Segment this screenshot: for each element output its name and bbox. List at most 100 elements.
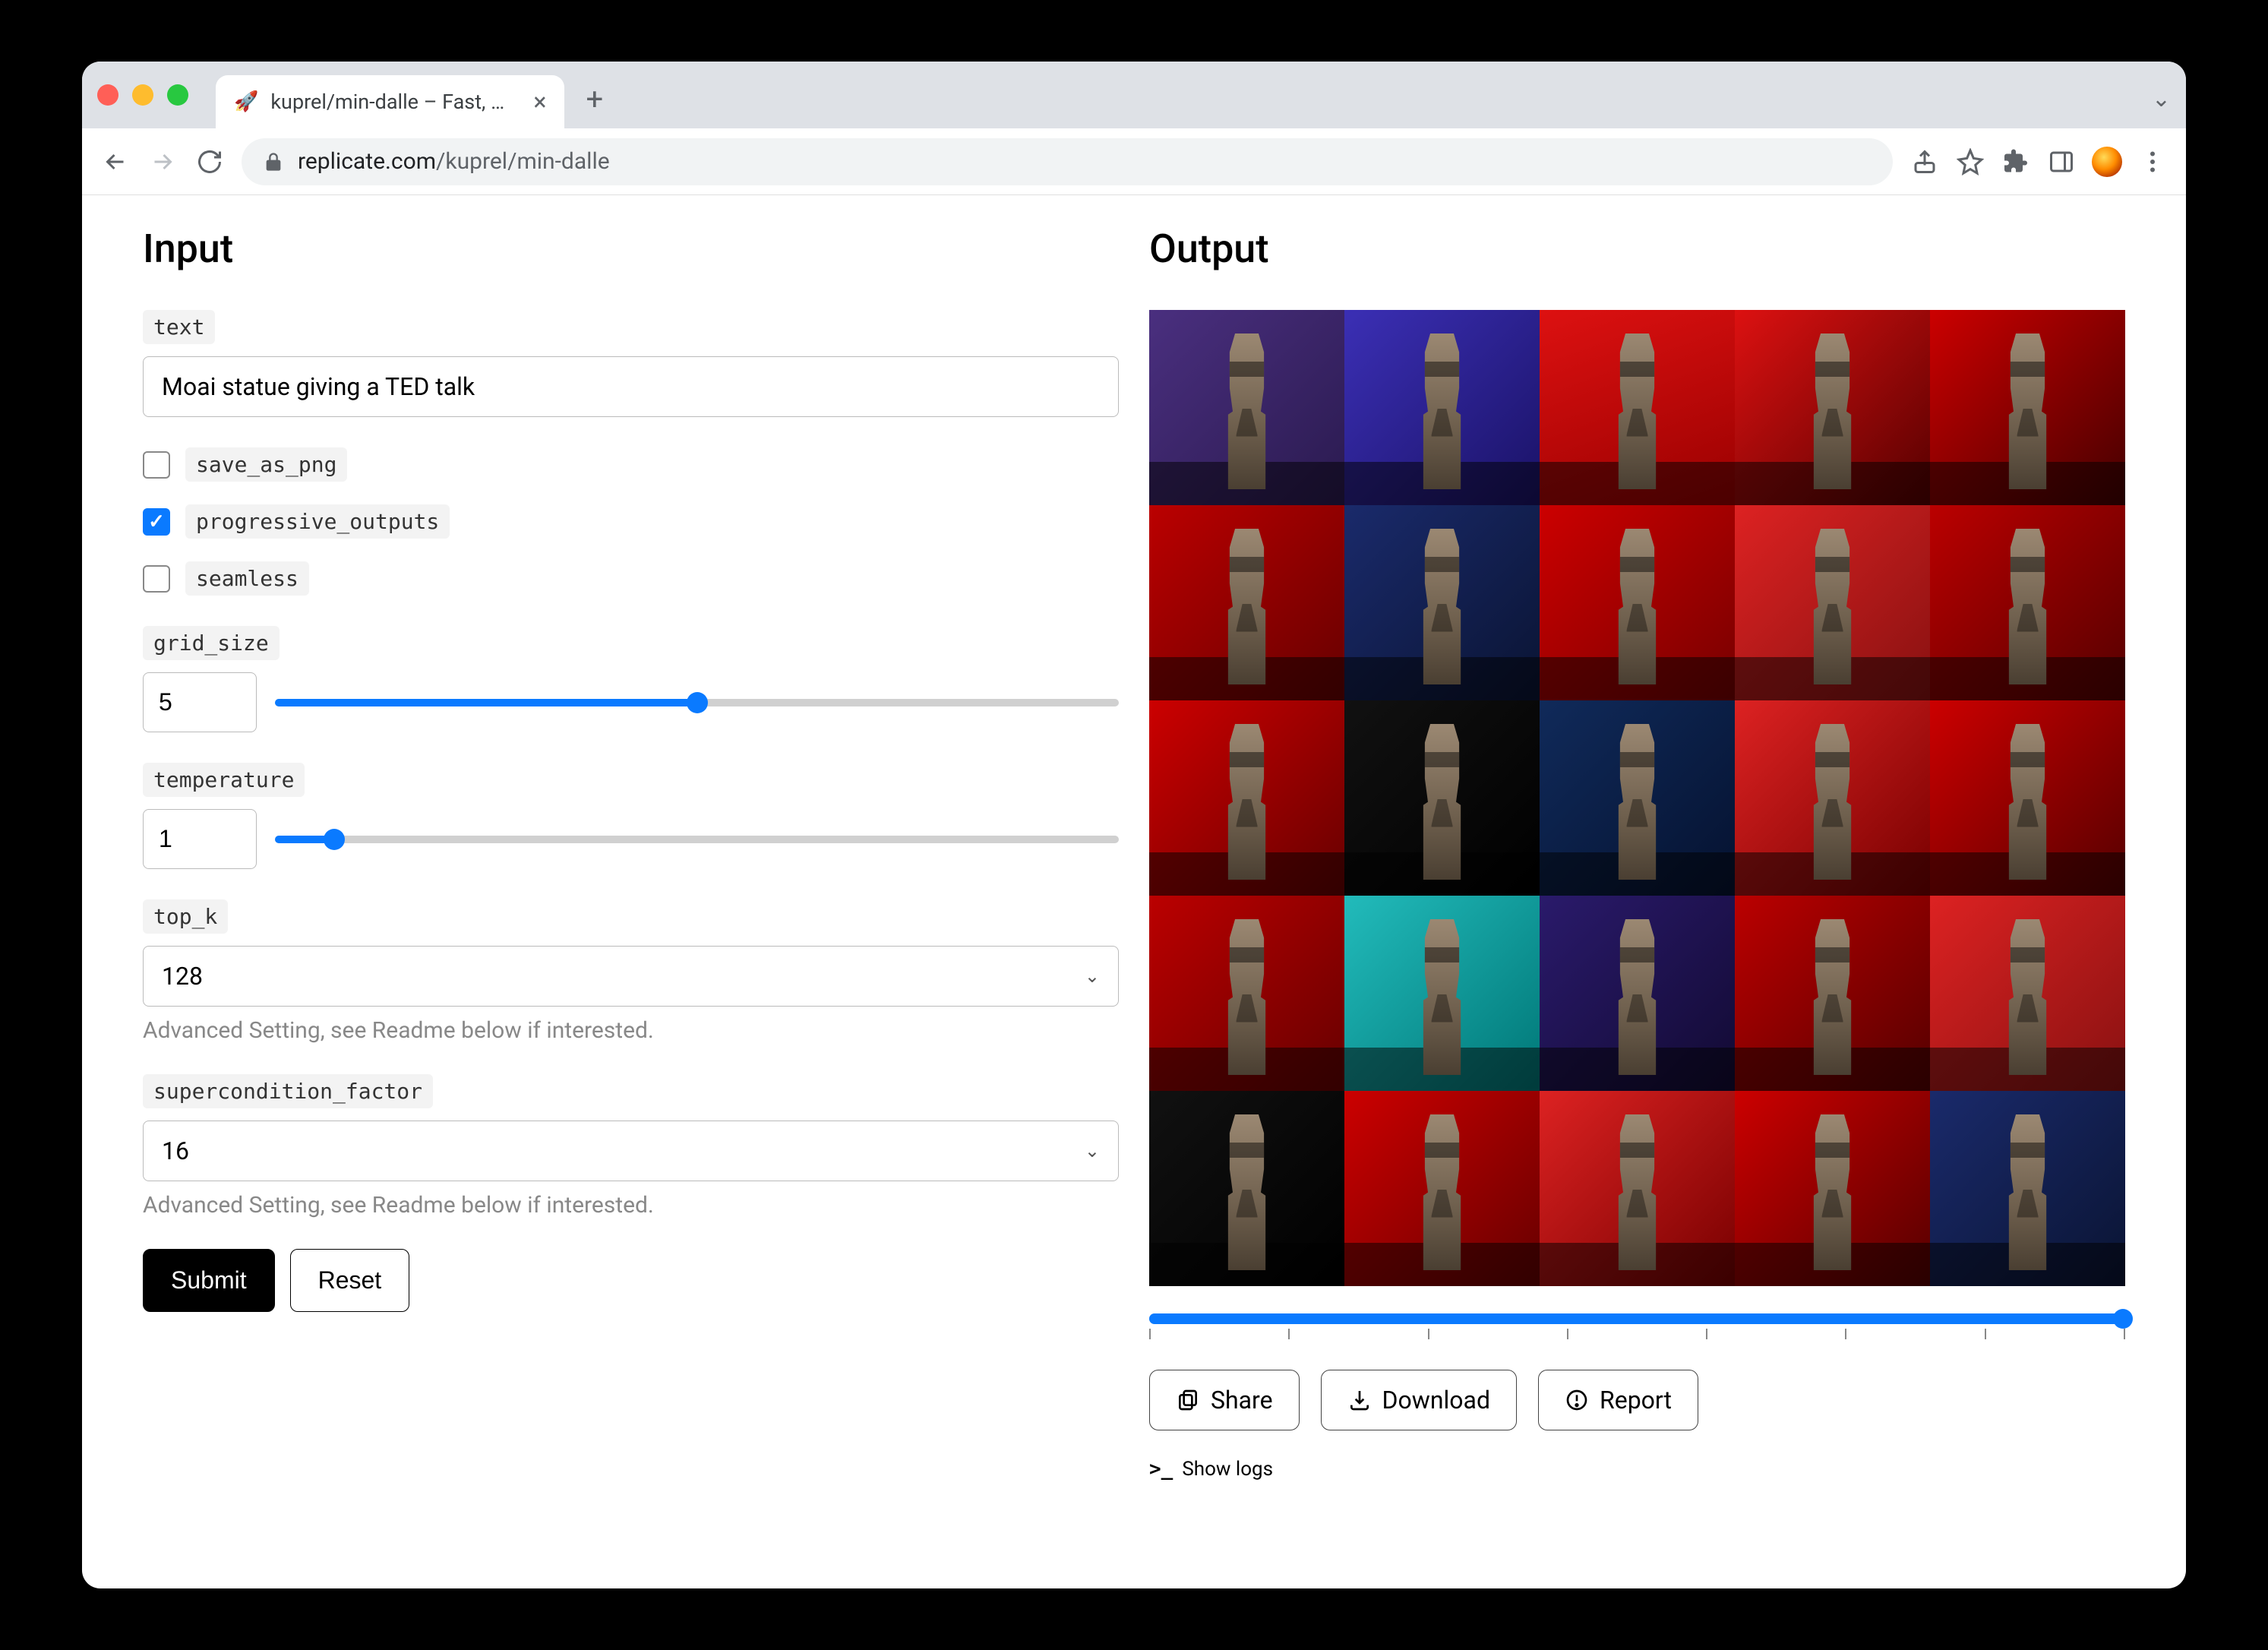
extensions-icon[interactable] [2001, 147, 2031, 177]
output-heading: Output [1149, 226, 2125, 272]
progress-tick [1149, 1329, 1151, 1339]
share-button[interactable]: Share [1149, 1370, 1300, 1430]
browser-menu-icon[interactable] [2137, 147, 2168, 177]
submit-button[interactable]: Submit [143, 1249, 275, 1312]
label-top-k: top_k [143, 899, 228, 934]
output-tile [1149, 1091, 1344, 1286]
output-tile [1344, 1091, 1540, 1286]
download-icon [1347, 1388, 1372, 1412]
grid-size-slider[interactable] [275, 699, 1119, 706]
url-host: replicate.com [298, 148, 436, 175]
url-path: /kuprel/min-dalle [436, 148, 610, 175]
browser-window: 🚀 kuprel/min-dalle – Fast, minima × + ⌄ … [82, 62, 2186, 1588]
field-progressive-outputs: progressive_outputs [143, 504, 1119, 539]
address-bar: replicate.com/kuprel/min-dalle [82, 128, 2186, 195]
chevron-down-icon: ⌄ [1085, 1140, 1100, 1162]
output-progress-slider[interactable] [1149, 1313, 2125, 1324]
side-panel-icon[interactable] [2046, 147, 2077, 177]
label-temperature: temperature [143, 763, 305, 797]
output-tile [1344, 310, 1540, 505]
progress-tick [1288, 1329, 1290, 1339]
output-tile [1149, 310, 1344, 505]
new-tab-button[interactable]: + [586, 81, 603, 117]
grid-size-input[interactable] [143, 672, 257, 732]
download-button[interactable]: Download [1321, 1370, 1517, 1430]
output-tile [1540, 700, 1735, 896]
checkbox-progressive-outputs[interactable] [143, 508, 170, 536]
field-text: text [143, 310, 1119, 417]
output-tile [1149, 700, 1344, 896]
output-tile [1735, 310, 1930, 505]
report-label: Report [1600, 1386, 1672, 1415]
temperature-slider[interactable] [275, 836, 1119, 843]
temperature-input[interactable] [143, 809, 257, 869]
label-progressive-outputs: progressive_outputs [185, 504, 450, 539]
supercondition-factor-helper: Advanced Setting, see Readme below if in… [143, 1192, 1119, 1219]
output-tile [1735, 505, 1930, 700]
output-tile [1735, 700, 1930, 896]
output-tile [1149, 896, 1344, 1091]
nav-forward-button[interactable] [147, 147, 178, 177]
top-k-select[interactable]: 128 ⌄ [143, 946, 1119, 1007]
label-supercondition-factor: supercondition_factor [143, 1074, 433, 1108]
label-text: text [143, 310, 215, 344]
output-actions: Share Download Report [1149, 1370, 2125, 1430]
label-save-as-png: save_as_png [185, 447, 347, 482]
output-tile [1540, 896, 1735, 1091]
window-controls [97, 84, 188, 106]
progress-tick [1428, 1329, 1429, 1339]
output-tile [1735, 1091, 1930, 1286]
field-seamless: seamless [143, 561, 1119, 596]
nav-reload-button[interactable] [194, 147, 225, 177]
report-button[interactable]: Report [1538, 1370, 1698, 1430]
share-label: Share [1211, 1386, 1273, 1415]
output-tile [1344, 700, 1540, 896]
output-tile [1149, 505, 1344, 700]
progress-tick [1985, 1329, 1986, 1339]
tabs-menu-icon[interactable]: ⌄ [2152, 86, 2171, 112]
output-tile [1344, 505, 1540, 700]
share-icon [1176, 1388, 1200, 1412]
reset-button[interactable]: Reset [290, 1249, 410, 1312]
field-top-k: top_k 128 ⌄ Advanced Setting, see Readme… [143, 899, 1119, 1044]
download-label: Download [1382, 1386, 1490, 1415]
form-actions: Submit Reset [143, 1249, 1119, 1312]
output-image-grid[interactable] [1149, 310, 2125, 1286]
lock-icon [263, 151, 284, 172]
progress-tick [2124, 1329, 2125, 1339]
output-pane: Output Share Download Report [1149, 226, 2125, 1558]
checkbox-save-as-png[interactable] [143, 451, 170, 479]
output-tile [1930, 896, 2125, 1091]
window-minimize-button[interactable] [132, 84, 153, 106]
output-tile [1930, 1091, 2125, 1286]
field-temperature: temperature [143, 763, 1119, 869]
progress-ticks [1149, 1329, 2125, 1339]
window-maximize-button[interactable] [167, 84, 188, 106]
bookmark-star-icon[interactable] [1955, 147, 1985, 177]
toolbar-actions [1909, 147, 2168, 177]
input-heading: Input [143, 226, 1119, 272]
tab-title: kuprel/min-dalle – Fast, minima [270, 90, 521, 114]
share-page-icon[interactable] [1909, 147, 1940, 177]
output-tile [1540, 505, 1735, 700]
output-tile [1540, 1091, 1735, 1286]
tab-bar: 🚀 kuprel/min-dalle – Fast, minima × + ⌄ [82, 62, 2186, 128]
url-field[interactable]: replicate.com/kuprel/min-dalle [242, 138, 1893, 185]
output-tile [1930, 505, 2125, 700]
output-tile [1930, 310, 2125, 505]
report-icon [1565, 1388, 1589, 1412]
tab-favicon-icon: 🚀 [234, 90, 258, 113]
checkbox-seamless[interactable] [143, 565, 170, 593]
chevron-down-icon: ⌄ [1085, 966, 1100, 987]
output-tile [1735, 896, 1930, 1091]
supercondition-factor-select[interactable]: 16 ⌄ [143, 1121, 1119, 1181]
text-input[interactable] [143, 356, 1119, 417]
window-close-button[interactable] [97, 84, 118, 106]
profile-avatar[interactable] [2092, 147, 2122, 177]
output-tile [1344, 896, 1540, 1091]
tab-close-icon[interactable]: × [533, 87, 546, 116]
show-logs-toggle[interactable]: >_ Show logs [1149, 1458, 2125, 1481]
nav-back-button[interactable] [100, 147, 131, 177]
browser-tab[interactable]: 🚀 kuprel/min-dalle – Fast, minima × [216, 75, 564, 128]
page-content: Input text save_as_png progressive_outpu… [82, 195, 2186, 1588]
